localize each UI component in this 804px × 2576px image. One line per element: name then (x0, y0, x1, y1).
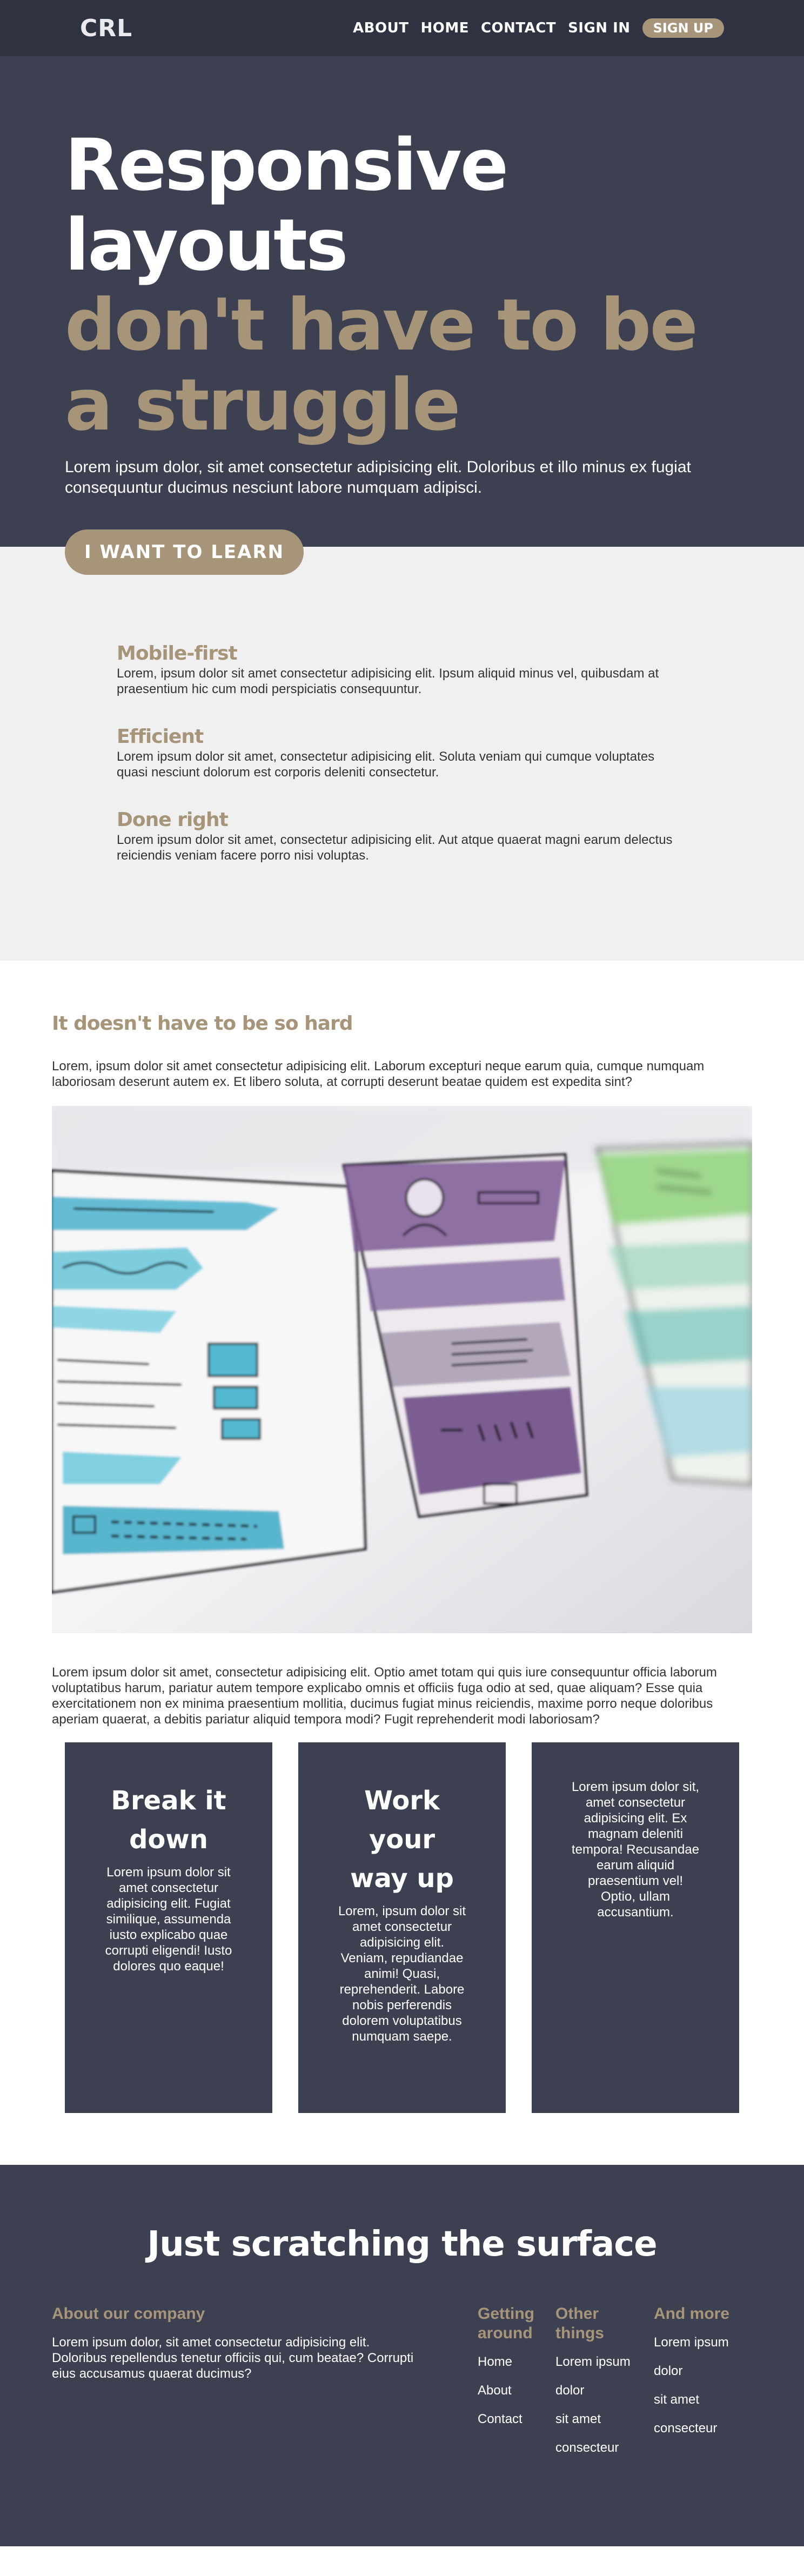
footer-link[interactable]: dolor (555, 2383, 654, 2398)
footer-link[interactable]: sit amet (654, 2392, 762, 2407)
footer-link-home[interactable]: Home (478, 2354, 555, 2370)
article-paragraph: Lorem, ipsum dolor sit amet consectetur … (52, 1059, 705, 1089)
footer-link[interactable]: Lorem ipsum (654, 2335, 762, 2350)
footer: Just scratching the surface About our co… (0, 2165, 804, 2546)
hero-subtitle: Lorem ipsum dolor, sit amet consectetur … (65, 458, 691, 497)
footer-link[interactable]: Lorem ipsum (555, 2354, 654, 2370)
feature-text: Lorem, ipsum dolor sit amet consectetur … (117, 666, 659, 696)
hero-title-line2: don't have to be a struggle (65, 284, 698, 447)
footer-col-other-things: Other things Lorem ipsum dolor sit amet … (555, 2304, 654, 2468)
footer-col-getting-around: Getting around Home About Contact (478, 2304, 555, 2468)
hero-title-line1: Responsive layouts (65, 124, 508, 287)
footer-link-list: Lorem ipsum dolor sit amet consecteur (555, 2354, 654, 2456)
watercolor-wireframe-sketches-image (52, 1106, 752, 1633)
article-paragraph: Lorem ipsum dolor sit amet, consectetur … (52, 1665, 717, 1727)
footer-link-about[interactable]: About (478, 2383, 555, 2398)
nav-link-contact[interactable]: CONTACT (481, 20, 556, 36)
footer-columns: About our company Lorem ipsum dolor, sit… (0, 2264, 804, 2468)
feature-item: Done right Lorem ipsum dolor sit amet, c… (117, 808, 673, 863)
nav-link-home[interactable]: HOME (420, 20, 469, 36)
footer-col-heading: Other things (555, 2305, 604, 2342)
footer-link[interactable]: consecteur (654, 2420, 762, 2436)
nav-links: ABOUT HOME CONTACT SIGN IN SIGN UP (353, 18, 724, 38)
footer-link[interactable]: dolor (654, 2363, 762, 2379)
footer-col-heading: And more (654, 2305, 730, 2323)
footer-link[interactable]: sit amet (555, 2411, 654, 2427)
top-nav: CRL ABOUT HOME CONTACT SIGN IN SIGN UP (0, 0, 804, 56)
feature-item: Efficient Lorem ipsum dolor sit amet, co… (117, 725, 673, 780)
hero-section: Responsive layouts don't have to be a st… (0, 56, 804, 575)
feature-text: Lorem ipsum dolor sit amet, consectetur … (117, 833, 673, 863)
hero-title: Responsive layouts don't have to be a st… (65, 125, 739, 445)
card: Work your way up Lorem, ipsum dolor sit … (298, 1742, 506, 2113)
cards-row: Break it down Lorem ipsum dolor sit amet… (52, 1727, 753, 2116)
footer-title: Just scratching the surface (147, 2224, 657, 2264)
nav-link-sign-in[interactable]: SIGN IN (568, 20, 631, 36)
footer-about: About our company Lorem ipsum dolor, sit… (52, 2304, 478, 2468)
card: Break it down Lorem ipsum dolor sit amet… (65, 1742, 272, 2113)
card-title: Work your way up (350, 1786, 454, 1894)
card-text: Lorem ipsum dolor sit, amet consectetur … (571, 1780, 700, 1920)
card-text: Lorem, ipsum dolor sit amet consectetur … (338, 1904, 466, 2044)
card-text: Lorem ipsum dolor sit amet consectetur a… (105, 1865, 232, 1974)
article-section: It doesn't have to be so hard Lorem, ips… (0, 961, 804, 2116)
article-title: It doesn't have to be so hard (52, 1012, 353, 1035)
footer-link-list: Home About Contact (478, 2354, 555, 2427)
feature-item: Mobile-first Lorem, ipsum dolor sit amet… (117, 642, 673, 697)
card-title: Break it down (111, 1786, 226, 1855)
feature-title: Mobile-first (117, 642, 238, 665)
feature-title: Efficient (117, 726, 204, 748)
footer-about-text: Lorem ipsum dolor, sit amet consectetur … (52, 2335, 414, 2381)
feature-text: Lorem ipsum dolor sit amet, consectetur … (117, 749, 655, 780)
footer-link-contact[interactable]: Contact (478, 2411, 555, 2427)
feature-title: Done right (117, 809, 229, 831)
sign-up-button[interactable]: SIGN UP (642, 18, 724, 38)
nav-link-about[interactable]: ABOUT (353, 20, 408, 36)
footer-col-and-more: And more Lorem ipsum dolor sit amet cons… (654, 2304, 762, 2468)
card: Lorem ipsum dolor sit, amet consectetur … (532, 1742, 739, 2113)
logo[interactable]: CRL (80, 15, 132, 42)
footer-about-heading: About our company (52, 2305, 205, 2323)
footer-link[interactable]: consecteur (555, 2440, 654, 2456)
features-section: Mobile-first Lorem, ipsum dolor sit amet… (0, 547, 804, 961)
footer-col-heading: Getting around (478, 2305, 534, 2342)
footer-link-list: Lorem ipsum dolor sit amet consecteur (654, 2335, 762, 2436)
learn-button[interactable]: I WANT TO LEARN (65, 529, 304, 575)
